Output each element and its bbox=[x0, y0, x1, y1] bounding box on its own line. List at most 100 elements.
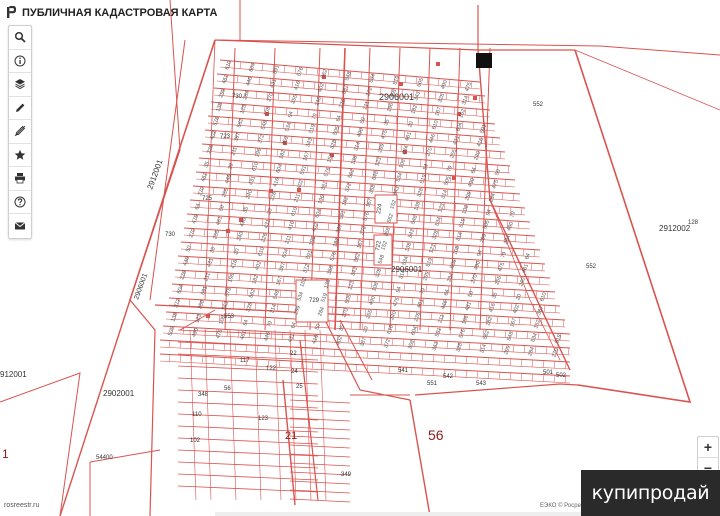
plot-divider bbox=[409, 255, 412, 263]
plot-number: 299 bbox=[479, 233, 488, 244]
plot-divider bbox=[238, 273, 241, 281]
plot-divider bbox=[328, 320, 331, 328]
parcel-label: 1 bbox=[2, 447, 9, 461]
plot-divider bbox=[421, 354, 424, 362]
plot-divider bbox=[246, 288, 249, 296]
plot-divider bbox=[246, 133, 249, 141]
plot-divider bbox=[432, 354, 435, 362]
parcel-label: 2912002 bbox=[659, 224, 691, 233]
plot-divider bbox=[445, 244, 448, 252]
plot-divider bbox=[322, 348, 325, 356]
plot-divider bbox=[280, 79, 283, 87]
plot-divider bbox=[274, 261, 277, 269]
plot-number: 79 bbox=[509, 211, 517, 219]
plot-divider bbox=[487, 357, 490, 365]
plot-number: 20 bbox=[515, 293, 523, 301]
plot-divider bbox=[274, 106, 277, 115]
plot-number: 402 bbox=[254, 260, 263, 271]
plot-number: 94 bbox=[422, 163, 430, 171]
plot-number: 461 bbox=[416, 298, 425, 309]
plot-divider bbox=[244, 245, 247, 253]
plot-divider bbox=[416, 173, 419, 181]
help-button[interactable] bbox=[9, 191, 31, 214]
parcel-label: 543 bbox=[476, 381, 487, 387]
plot-row-line bbox=[177, 473, 319, 481]
plot-number: 534 bbox=[530, 332, 539, 343]
plot-divider bbox=[185, 313, 188, 321]
plot-divider bbox=[509, 372, 512, 380]
plot-number: 240 bbox=[518, 277, 527, 288]
plot-divider bbox=[269, 233, 272, 241]
plot-divider bbox=[446, 341, 449, 349]
plot-number: 314 bbox=[455, 231, 464, 242]
plot-number: 431 bbox=[464, 301, 473, 312]
plot-number: 576 bbox=[296, 66, 305, 77]
plot-divider bbox=[467, 245, 470, 253]
favorites-button[interactable] bbox=[9, 144, 31, 167]
plot-divider bbox=[323, 138, 326, 146]
info-button[interactable] bbox=[9, 50, 31, 73]
plot-divider bbox=[223, 357, 226, 365]
plot-divider bbox=[318, 264, 321, 272]
parcel-label: 502 bbox=[556, 373, 567, 379]
plot-divider bbox=[452, 313, 455, 321]
zoom-in-button[interactable]: + bbox=[698, 437, 718, 458]
plot-number: 505 bbox=[332, 126, 341, 137]
plot-divider bbox=[447, 134, 450, 142]
plot-divider bbox=[460, 176, 463, 184]
plot-divider bbox=[168, 354, 171, 362]
print-button[interactable] bbox=[9, 167, 31, 191]
plot-number: 490 bbox=[440, 79, 449, 90]
plot-divider bbox=[365, 253, 368, 261]
plot-number: 490 bbox=[467, 177, 476, 188]
plot-divider bbox=[333, 195, 336, 203]
plot-divider bbox=[286, 206, 289, 214]
plot-number: 79 bbox=[419, 287, 427, 295]
search-button[interactable] bbox=[9, 26, 31, 50]
plot-number: 604 bbox=[281, 248, 290, 259]
plot-divider bbox=[489, 246, 492, 255]
parcel-label: 2912001 bbox=[145, 158, 164, 191]
selected-parcel bbox=[476, 53, 492, 68]
plot-divider bbox=[495, 219, 498, 227]
site-link[interactable]: rosreestr.ru bbox=[4, 502, 39, 509]
plot-divider bbox=[468, 342, 471, 350]
street-line bbox=[229, 329, 237, 501]
plot-number: 167 bbox=[509, 317, 518, 328]
plot-divider bbox=[191, 285, 194, 293]
draw-button[interactable] bbox=[9, 97, 31, 120]
layers-button[interactable] bbox=[9, 73, 31, 97]
plot-number: 490 bbox=[473, 260, 482, 271]
measure-button[interactable] bbox=[9, 120, 31, 144]
rosreestr-logo-icon bbox=[7, 6, 16, 18]
building-marker bbox=[436, 62, 440, 66]
plot-divider bbox=[287, 304, 290, 312]
plot-divider bbox=[276, 149, 279, 157]
feedback-button[interactable] bbox=[9, 214, 31, 238]
plot-divider bbox=[284, 164, 287, 172]
plot-divider bbox=[291, 80, 294, 88]
plot-divider bbox=[277, 93, 280, 101]
plot-divider bbox=[529, 318, 532, 326]
plot-number: 35 bbox=[209, 246, 217, 254]
plot-number: 255 bbox=[212, 230, 221, 241]
plot-divider bbox=[288, 94, 291, 102]
plot-number: 490 bbox=[368, 295, 377, 306]
parcel-label: 102 bbox=[190, 438, 201, 444]
plot-divider bbox=[267, 191, 270, 199]
plot-divider bbox=[369, 337, 372, 345]
plot-number: 211 bbox=[437, 314, 446, 324]
parcel-label: 117 bbox=[240, 358, 250, 364]
cadastral-map[interactable]: 610 604 591 576 562 548 534 519 505 490 475 461 446 4… bbox=[0, 0, 720, 516]
plot-number: 328 bbox=[416, 187, 425, 198]
plot-divider bbox=[219, 258, 222, 266]
plot-divider bbox=[342, 154, 345, 162]
plot-number: 328 bbox=[374, 268, 383, 279]
plot-number: 446 bbox=[263, 331, 272, 342]
plot-number: 610 bbox=[224, 60, 233, 71]
plot-divider bbox=[509, 358, 512, 366]
plot-number: 270 bbox=[341, 308, 350, 319]
plot-divider bbox=[513, 289, 516, 297]
plot-divider bbox=[448, 230, 451, 238]
plot-divider bbox=[410, 200, 413, 208]
